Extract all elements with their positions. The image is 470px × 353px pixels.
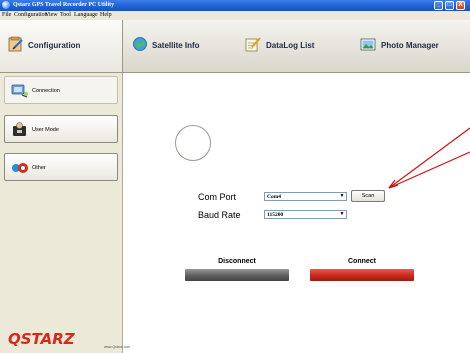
satellite-icon xyxy=(133,37,147,51)
window-title: Qstarz GPS Travel Recorder PC Utility xyxy=(13,2,115,8)
configuration-icon xyxy=(8,36,23,52)
connect-button[interactable] xyxy=(310,269,414,281)
tab-photo-manager-label: Photo Manager xyxy=(381,41,439,50)
datalog-icon xyxy=(245,37,261,52)
baud-rate-label: Baud Rate xyxy=(198,210,241,220)
photo-icon xyxy=(360,38,376,51)
menu-view[interactable]: View xyxy=(45,11,58,20)
menu-help[interactable]: Help xyxy=(100,11,112,20)
connect-label: Connect xyxy=(348,258,376,265)
sidebar-item-user-mode-label: User Mode xyxy=(32,127,59,133)
chevron-down-icon[interactable]: ▼ xyxy=(338,211,346,218)
tab-photo-manager[interactable]: Photo Manager xyxy=(358,20,470,72)
tab-datalog-list-label: DataLog List xyxy=(266,41,315,50)
sidebar: Connection User Mode Other QSTARZ www.Qs… xyxy=(0,73,130,353)
maximize-button[interactable]: □ xyxy=(445,1,454,10)
disconnect-label: Disconnect xyxy=(218,258,256,265)
disconnect-button[interactable] xyxy=(185,269,289,281)
connection-icon xyxy=(11,84,28,98)
connection-status-indicator xyxy=(175,125,211,161)
app-icon xyxy=(2,1,10,9)
menu-tool[interactable]: Tool xyxy=(60,11,71,20)
chevron-down-icon[interactable]: ▼ xyxy=(338,193,346,200)
menu-configuration[interactable]: Configuration xyxy=(14,11,48,20)
tab-configuration-label: Configuration xyxy=(28,41,81,50)
sidebar-item-other-label: Other xyxy=(32,165,46,171)
qstarz-logo: QSTARZ www.Qstarz.com xyxy=(8,330,130,349)
baud-rate-select[interactable]: 115200 ▼ xyxy=(264,210,347,219)
logo-text: QSTARZ xyxy=(8,330,75,348)
com-port-label: Com Port xyxy=(198,192,237,202)
tab-datalog-list[interactable]: DataLog List xyxy=(245,20,330,72)
title-bar[interactable]: Qstarz GPS Travel Recorder PC Utility _ … xyxy=(0,0,470,11)
logo-url: www.Qstarz.com xyxy=(104,345,131,349)
menu-file[interactable]: File xyxy=(2,11,11,20)
menu-language[interactable]: Language xyxy=(74,11,98,20)
user-mode-icon xyxy=(13,122,26,136)
baud-rate-value: 115200 xyxy=(267,212,284,218)
com-port-value: Com4 xyxy=(267,194,282,200)
menu-bar: File Configuration View Tool Language He… xyxy=(0,11,470,20)
tab-satellite-info-label: Satellite Info xyxy=(152,41,200,50)
other-icon xyxy=(12,163,28,173)
annotation-arrow-icon xyxy=(388,127,470,189)
sidebar-item-connection-label: Connection xyxy=(32,88,60,94)
main-tab-strip: Configuration Satellite Info DataLog Lis… xyxy=(0,20,470,73)
com-port-select[interactable]: Com4 ▼ xyxy=(264,192,347,201)
minimize-button[interactable]: _ xyxy=(434,1,443,10)
sidebar-item-user-mode[interactable]: User Mode xyxy=(4,115,118,143)
close-button[interactable]: X xyxy=(456,1,465,10)
tab-satellite-info[interactable]: Satellite Info xyxy=(130,20,220,72)
tab-configuration[interactable]: Configuration xyxy=(0,20,123,72)
sidebar-item-connection[interactable]: Connection xyxy=(4,76,118,104)
sidebar-item-other[interactable]: Other xyxy=(4,153,118,181)
